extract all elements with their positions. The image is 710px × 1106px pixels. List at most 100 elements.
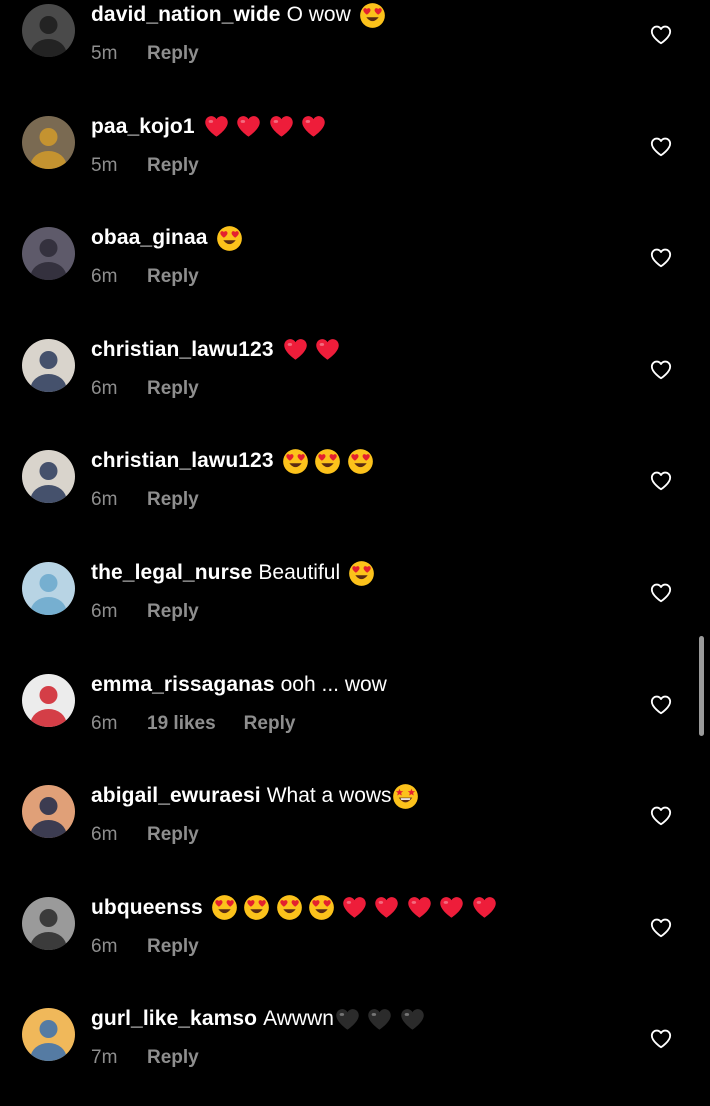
reply-button[interactable]: Reply bbox=[244, 712, 296, 736]
like-heart-icon[interactable] bbox=[650, 917, 672, 939]
heart-eyes-emoji bbox=[243, 894, 270, 921]
avatar[interactable] bbox=[22, 4, 75, 57]
comment-time: 5m bbox=[91, 43, 118, 64]
reply-button[interactable]: Reply bbox=[147, 377, 199, 401]
comment-body: ubqueenss bbox=[91, 893, 503, 923]
reply-button[interactable]: Reply bbox=[147, 488, 199, 512]
like-heart-icon[interactable] bbox=[650, 359, 672, 381]
like-heart-icon[interactable] bbox=[650, 247, 672, 269]
comment-item: emma_rissaganas ooh ... wow 6m 19 likes Repl… bbox=[0, 672, 710, 772]
avatar[interactable] bbox=[22, 896, 75, 950]
red-heart-emoji bbox=[406, 894, 433, 921]
heart-eyes-emoji bbox=[347, 448, 374, 475]
comment-time: 6m bbox=[91, 824, 118, 846]
avatar[interactable] bbox=[22, 1008, 75, 1062]
comment-body: christian_lawu123 bbox=[91, 335, 347, 365]
like-heart-icon[interactable] bbox=[650, 470, 672, 492]
reply-button[interactable]: Reply bbox=[147, 600, 199, 624]
comment-username[interactable]: emma_rissaganas bbox=[91, 670, 275, 700]
heart-eyes-emoji bbox=[276, 894, 303, 921]
comment-emojis bbox=[359, 2, 392, 29]
comment-time: 6m bbox=[91, 266, 118, 288]
heart-eyes-emoji bbox=[314, 448, 341, 475]
comment-emojis bbox=[203, 113, 333, 140]
comment-meta: 7m Reply bbox=[91, 1046, 199, 1070]
black-heart-emoji bbox=[334, 1006, 361, 1033]
comment-time: 6m bbox=[91, 489, 118, 511]
reply-button[interactable]: Reply bbox=[147, 823, 199, 847]
avatar[interactable] bbox=[22, 673, 75, 727]
comment-time: 6m bbox=[91, 935, 118, 957]
heart-eyes-emoji bbox=[216, 225, 243, 252]
comment-body: christian_lawu123 bbox=[91, 446, 379, 476]
comment-body: obaa_ginaa bbox=[91, 223, 248, 253]
avatar[interactable] bbox=[22, 785, 75, 839]
comment-meta: 6m 19 likes Reply bbox=[91, 712, 295, 736]
comment-username[interactable]: gurl_like_kamso bbox=[91, 1004, 257, 1034]
reply-button[interactable]: Reply bbox=[147, 265, 199, 289]
reply-button[interactable]: Reply bbox=[147, 42, 199, 66]
comment-emojis bbox=[282, 336, 347, 363]
reply-button[interactable]: Reply bbox=[147, 154, 199, 178]
red-heart-emoji bbox=[471, 894, 498, 921]
comment-item: david_nation_wide O wow 5m Reply bbox=[0, 2, 710, 102]
comment-body: gurl_like_kamso Awwwn bbox=[91, 1004, 431, 1034]
comment-item: christian_lawu123 6m Reply bbox=[0, 448, 710, 548]
like-heart-icon[interactable] bbox=[650, 805, 672, 827]
avatar[interactable] bbox=[22, 450, 75, 504]
heart-eyes-emoji bbox=[211, 894, 238, 921]
star-struck-emoji bbox=[392, 783, 419, 810]
comment-text: Awwwn bbox=[263, 1007, 334, 1031]
comments-list: david_nation_wide O wow 5m Reply paa_kojo1 5m… bbox=[0, 0, 710, 1080]
like-heart-icon[interactable] bbox=[650, 582, 672, 604]
comment-time: 6m bbox=[91, 712, 118, 734]
red-heart-emoji bbox=[373, 894, 400, 921]
comment-username[interactable]: christian_lawu123 bbox=[91, 335, 274, 365]
comment-meta: 6m Reply bbox=[91, 600, 199, 624]
black-heart-emoji bbox=[399, 1006, 426, 1033]
black-heart-emoji bbox=[366, 1006, 393, 1033]
heart-eyes-emoji bbox=[359, 2, 386, 29]
comment-body: emma_rissaganas ooh ... wow bbox=[91, 670, 387, 700]
comment-username[interactable]: abigail_ewuraesi bbox=[91, 781, 261, 811]
comment-meta: 6m Reply bbox=[91, 823, 199, 847]
avatar[interactable] bbox=[22, 115, 75, 169]
comment-likes[interactable]: 19 likes bbox=[147, 712, 216, 736]
comment-time: 7m bbox=[91, 1047, 118, 1069]
avatar[interactable] bbox=[22, 562, 75, 615]
reply-button[interactable]: Reply bbox=[147, 935, 199, 959]
comment-username[interactable]: paa_kojo1 bbox=[91, 112, 195, 142]
red-heart-emoji bbox=[438, 894, 465, 921]
comment-body: paa_kojo1 bbox=[91, 112, 333, 142]
like-heart-icon[interactable] bbox=[650, 24, 672, 46]
avatar[interactable] bbox=[22, 338, 75, 392]
red-heart-emoji bbox=[314, 336, 341, 363]
comment-username[interactable]: obaa_ginaa bbox=[91, 223, 208, 253]
comment-time: 5m bbox=[91, 154, 118, 176]
comment-item: the_legal_nurse Beautiful 6m Reply bbox=[0, 560, 710, 660]
red-heart-emoji bbox=[268, 113, 295, 140]
comment-username[interactable]: ubqueenss bbox=[91, 893, 203, 923]
avatar[interactable] bbox=[22, 227, 75, 281]
scrollbar[interactable] bbox=[699, 636, 704, 736]
like-heart-icon[interactable] bbox=[650, 694, 672, 716]
heart-eyes-emoji bbox=[308, 894, 335, 921]
comment-item: christian_lawu123 6m Reply bbox=[0, 337, 710, 437]
comment-item: gurl_like_kamso Awwwn 7m Reply bbox=[0, 1006, 710, 1106]
red-heart-emoji bbox=[203, 113, 230, 140]
red-heart-emoji bbox=[341, 894, 368, 921]
comment-meta: 6m Reply bbox=[91, 265, 199, 289]
comment-emojis bbox=[216, 225, 249, 252]
comment-meta: 6m Reply bbox=[91, 377, 199, 401]
comment-item: ubqueenss 6m Reply bbox=[0, 895, 710, 995]
like-heart-icon[interactable] bbox=[650, 136, 672, 158]
heart-eyes-emoji bbox=[348, 560, 375, 587]
comment-username[interactable]: christian_lawu123 bbox=[91, 446, 274, 476]
comment-username[interactable]: the_legal_nurse bbox=[91, 558, 252, 588]
comment-item: abigail_ewuraesi What a wows 6m Reply bbox=[0, 783, 710, 883]
comment-username[interactable]: david_nation_wide bbox=[91, 0, 281, 30]
like-heart-icon[interactable] bbox=[650, 1028, 672, 1050]
reply-button[interactable]: Reply bbox=[147, 1046, 199, 1070]
comment-item: paa_kojo1 5m Reply bbox=[0, 114, 710, 214]
comment-item: obaa_ginaa 6m Reply bbox=[0, 225, 710, 325]
